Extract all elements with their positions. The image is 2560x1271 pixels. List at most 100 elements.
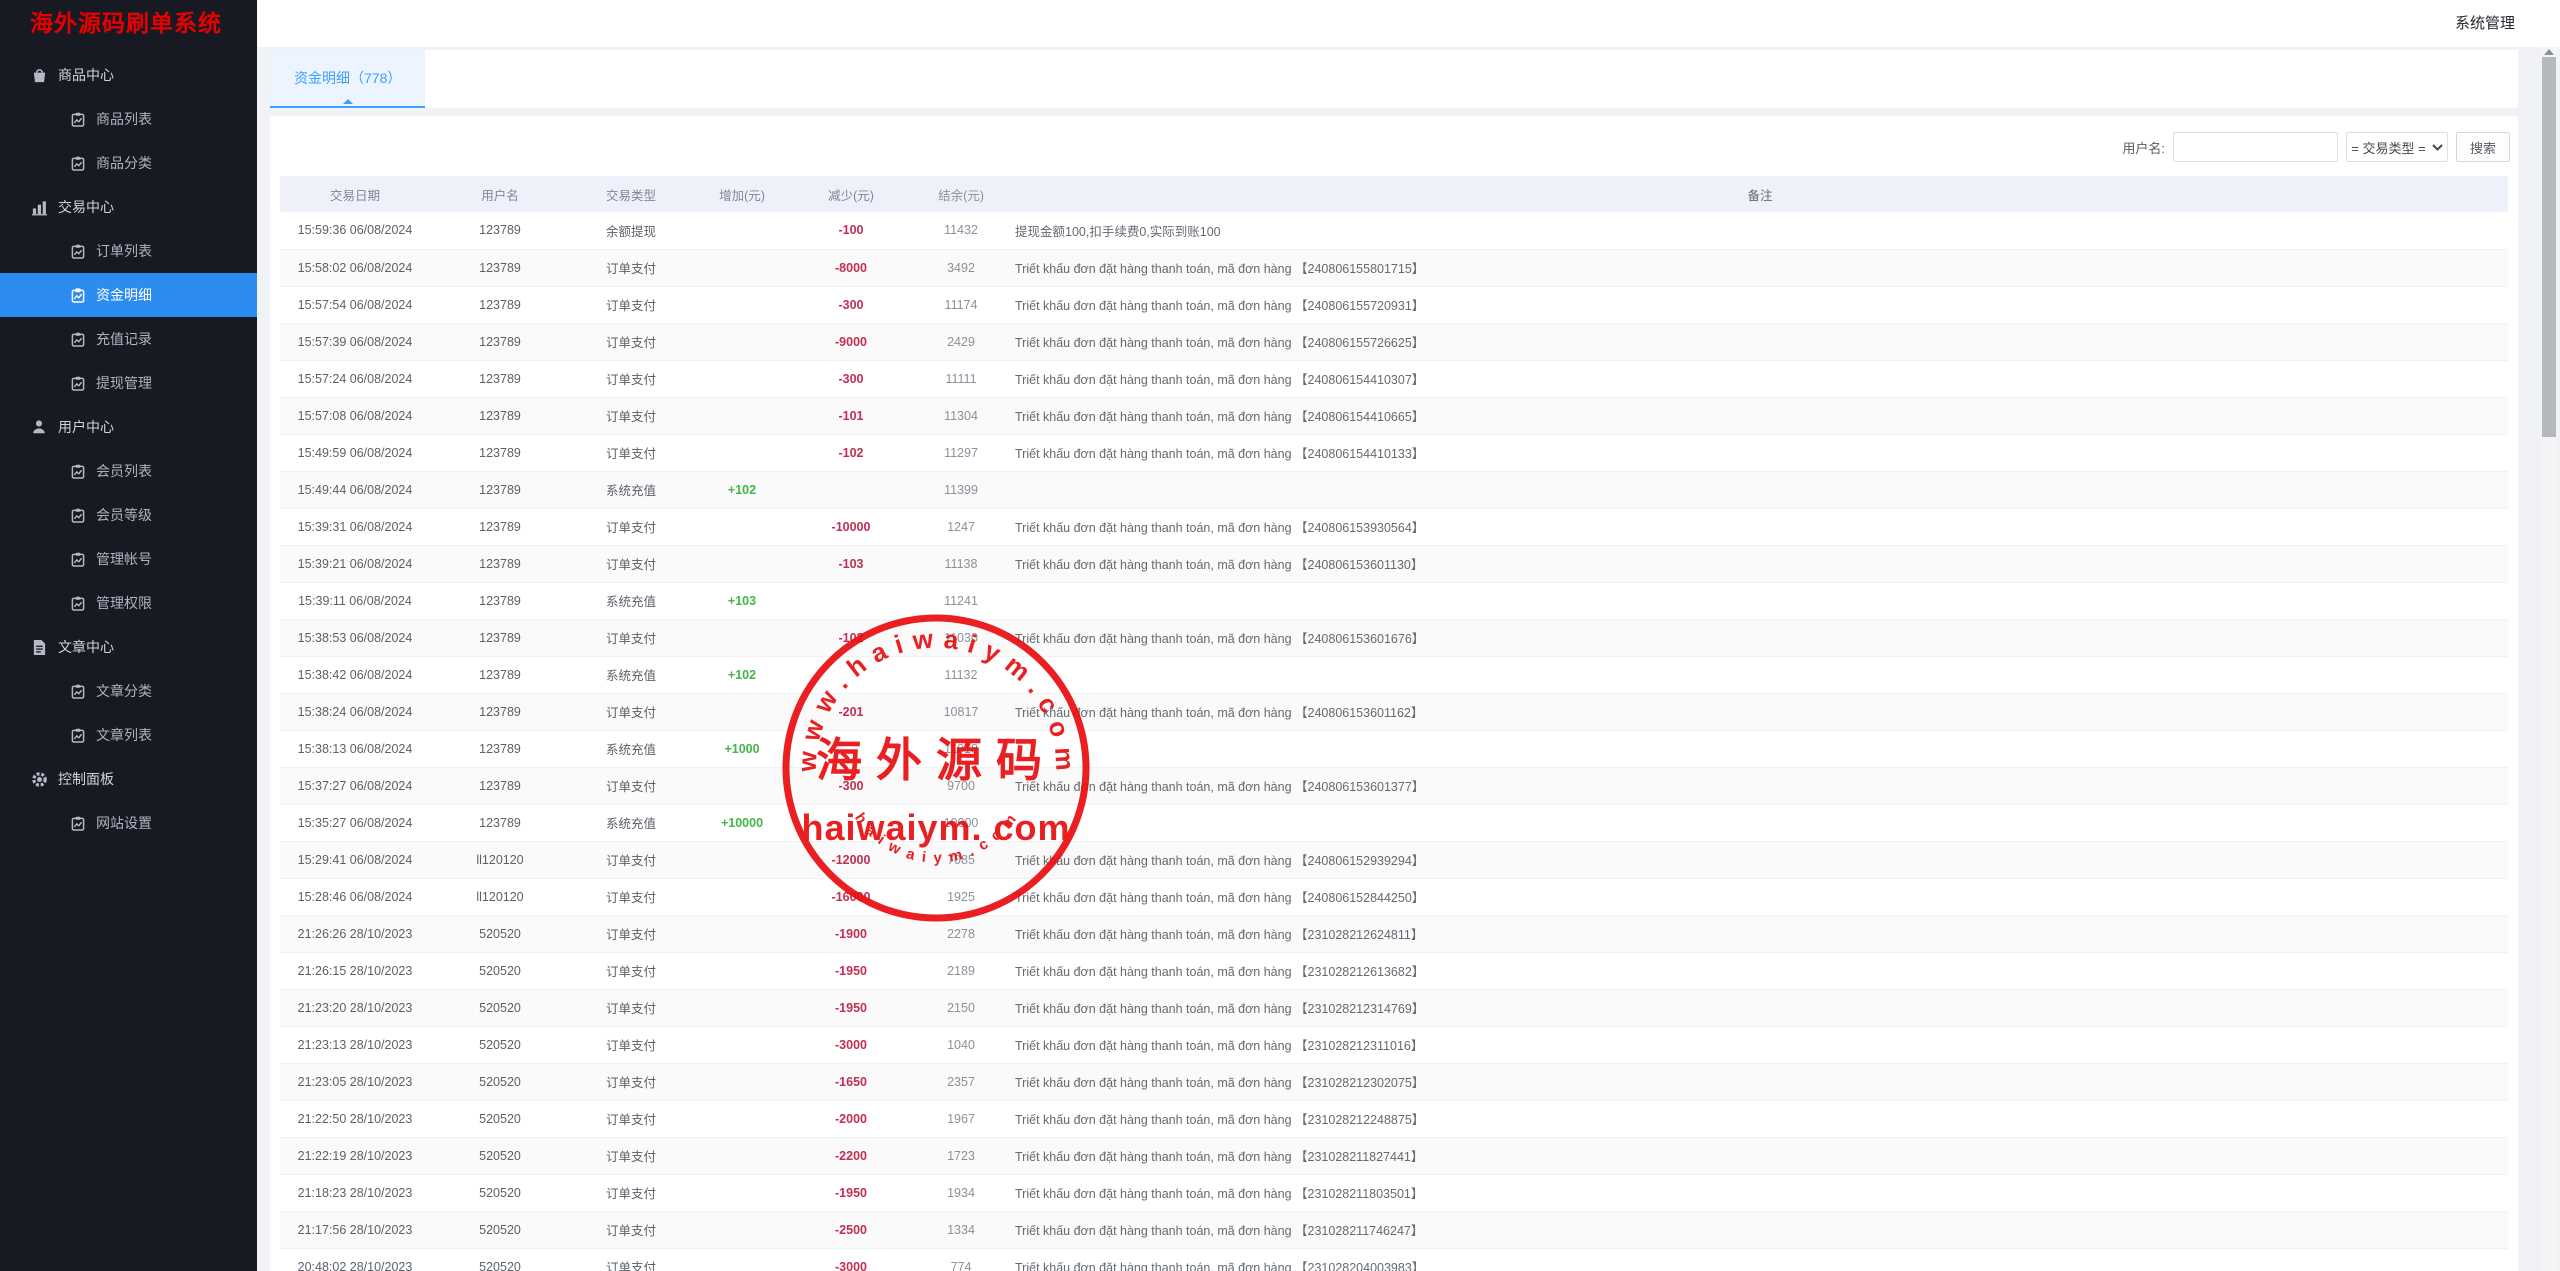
clipboard-chart-icon xyxy=(70,464,86,479)
sidebar-section-1[interactable]: 交易中心 xyxy=(0,185,257,229)
cell-user: 520520 xyxy=(430,1248,570,1271)
cell-date: 15:39:21 06/08/2024 xyxy=(280,545,430,582)
cell-inc xyxy=(692,212,792,249)
cell-type: 系统充值 xyxy=(570,656,692,693)
cell-bal: 10817 xyxy=(910,693,1012,730)
cell-type: 订单支付 xyxy=(570,397,692,434)
cell-dec: -300 xyxy=(792,767,910,804)
table-row: 21:26:15 28/10/2023520520订单支付-19502189Tr… xyxy=(280,952,2508,989)
cell-user: 123789 xyxy=(430,619,570,656)
cell-remark xyxy=(1012,656,2508,693)
system-admin-menu[interactable]: 系统管理 xyxy=(2455,0,2515,47)
sidebar-item-提现管理[interactable]: 提现管理 xyxy=(0,361,257,405)
cell-dec: -3000 xyxy=(792,1248,910,1271)
sidebar-item-资金明细[interactable]: 资金明细 xyxy=(0,273,257,317)
cell-inc xyxy=(692,1248,792,1271)
cell-inc xyxy=(692,1063,792,1100)
sidebar-item-文章列表[interactable]: 文章列表 xyxy=(0,713,257,757)
search-button[interactable]: 搜索 xyxy=(2456,132,2510,162)
cell-type: 订单支付 xyxy=(570,841,692,878)
tab-funds-detail[interactable]: 资金明细（778） xyxy=(270,50,425,108)
tab-bar: 资金明细（778） xyxy=(270,50,2518,108)
cell-user: 123789 xyxy=(430,286,570,323)
cell-bal: 11018 xyxy=(910,730,1012,767)
scrollbar-thumb[interactable] xyxy=(2542,57,2556,437)
cell-type: 订单支付 xyxy=(570,952,692,989)
sidebar-section-label: 控制面板 xyxy=(58,769,114,789)
clipboard-chart-icon xyxy=(70,508,86,523)
cell-bal: 11297 xyxy=(910,434,1012,471)
column-header: 增加(元) xyxy=(692,176,792,212)
scrollbar-up-arrow[interactable] xyxy=(2544,49,2554,55)
table-row: 15:39:21 06/08/2024123789订单支付-10311138Tr… xyxy=(280,545,2508,582)
cell-dec: -1950 xyxy=(792,1174,910,1211)
clipboard-chart-icon xyxy=(70,332,86,347)
cell-inc xyxy=(692,434,792,471)
cell-dec xyxy=(792,471,910,508)
sidebar-section-0[interactable]: 商品中心 xyxy=(0,53,257,97)
cell-remark: Triết khấu đơn đặt hàng thanh toán, mã đ… xyxy=(1012,1174,2508,1211)
sidebar-item-文章分类[interactable]: 文章分类 xyxy=(0,669,257,713)
sidebar-item-充值记录[interactable]: 充值记录 xyxy=(0,317,257,361)
table-row: 15:57:24 06/08/2024123789订单支付-30011111Tr… xyxy=(280,360,2508,397)
sidebar-item-商品列表[interactable]: 商品列表 xyxy=(0,97,257,141)
sidebar-item-管理权限[interactable]: 管理权限 xyxy=(0,581,257,625)
table-row: 15:35:27 06/08/2024123789系统充值+1000010000 xyxy=(280,804,2508,841)
cell-bal: 11132 xyxy=(910,656,1012,693)
sidebar-item-会员等级[interactable]: 会员等级 xyxy=(0,493,257,537)
cell-type: 系统充值 xyxy=(570,804,692,841)
sidebar-section-4[interactable]: 控制面板 xyxy=(0,757,257,801)
table-row: 15:57:39 06/08/2024123789订单支付-90002429Tr… xyxy=(280,323,2508,360)
table-row: 21:23:05 28/10/2023520520订单支付-16502357Tr… xyxy=(280,1063,2508,1100)
sidebar-item-会员列表[interactable]: 会员列表 xyxy=(0,449,257,493)
table-row: 15:38:42 06/08/2024123789系统充值+10211132 xyxy=(280,656,2508,693)
cell-user: 123789 xyxy=(430,323,570,360)
sidebar-section-2[interactable]: 用户中心 xyxy=(0,405,257,449)
cell-dec: -201 xyxy=(792,693,910,730)
vertical-scrollbar[interactable] xyxy=(2541,47,2557,1271)
sidebar-item-商品分类[interactable]: 商品分类 xyxy=(0,141,257,185)
clipboard-chart-icon xyxy=(70,728,86,743)
transaction-type-select[interactable]: = 交易类型 = xyxy=(2346,132,2448,162)
cell-date: 15:59:36 06/08/2024 xyxy=(280,212,430,249)
table-row: 15:57:08 06/08/2024123789订单支付-10111304Tr… xyxy=(280,397,2508,434)
cell-inc xyxy=(692,1137,792,1174)
cell-type: 余额提现 xyxy=(570,212,692,249)
cell-inc xyxy=(692,878,792,915)
cell-remark: Triết khấu đơn đặt hàng thanh toán, mã đ… xyxy=(1012,249,2508,286)
clipboard-chart-icon xyxy=(70,552,86,567)
cell-date: 15:57:08 06/08/2024 xyxy=(280,397,430,434)
cell-date: 20:48:02 28/10/2023 xyxy=(280,1248,430,1271)
sidebar-section-3[interactable]: 文章中心 xyxy=(0,625,257,669)
cell-user: 123789 xyxy=(430,693,570,730)
sidebar-item-label: 文章列表 xyxy=(96,725,152,745)
cell-dec: -300 xyxy=(792,360,910,397)
cell-inc xyxy=(692,619,792,656)
cell-bal: 774 xyxy=(910,1248,1012,1271)
cell-bal: 11241 xyxy=(910,582,1012,619)
table-row: 15:39:31 06/08/2024123789订单支付-100001247T… xyxy=(280,508,2508,545)
cell-inc xyxy=(692,286,792,323)
cell-dec: -300 xyxy=(792,286,910,323)
sidebar-item-网站设置[interactable]: 网站设置 xyxy=(0,801,257,845)
sidebar-item-订单列表[interactable]: 订单列表 xyxy=(0,229,257,273)
cell-user: 123789 xyxy=(430,582,570,619)
cell-type: 订单支付 xyxy=(570,323,692,360)
username-input[interactable] xyxy=(2173,132,2338,162)
cell-bal: 10000 xyxy=(910,804,1012,841)
table-row: 15:49:44 06/08/2024123789系统充值+10211399 xyxy=(280,471,2508,508)
table-row: 21:23:20 28/10/2023520520订单支付-19502150Tr… xyxy=(280,989,2508,1026)
table-row: 15:38:53 06/08/2024123789订单支付-10211030Tr… xyxy=(280,619,2508,656)
cell-type: 订单支付 xyxy=(570,619,692,656)
cell-date: 21:18:23 28/10/2023 xyxy=(280,1174,430,1211)
cell-remark xyxy=(1012,471,2508,508)
app-title: 海外源码刷单系统 xyxy=(0,0,257,47)
cell-date: 15:38:53 06/08/2024 xyxy=(280,619,430,656)
cell-bal: 1723 xyxy=(910,1137,1012,1174)
cell-bal: 1334 xyxy=(910,1211,1012,1248)
cell-user: 520520 xyxy=(430,952,570,989)
cell-bal: 1040 xyxy=(910,1026,1012,1063)
sidebar-item-管理帐号[interactable]: 管理帐号 xyxy=(0,537,257,581)
cell-date: 15:39:31 06/08/2024 xyxy=(280,508,430,545)
cell-bal: 11111 xyxy=(910,360,1012,397)
